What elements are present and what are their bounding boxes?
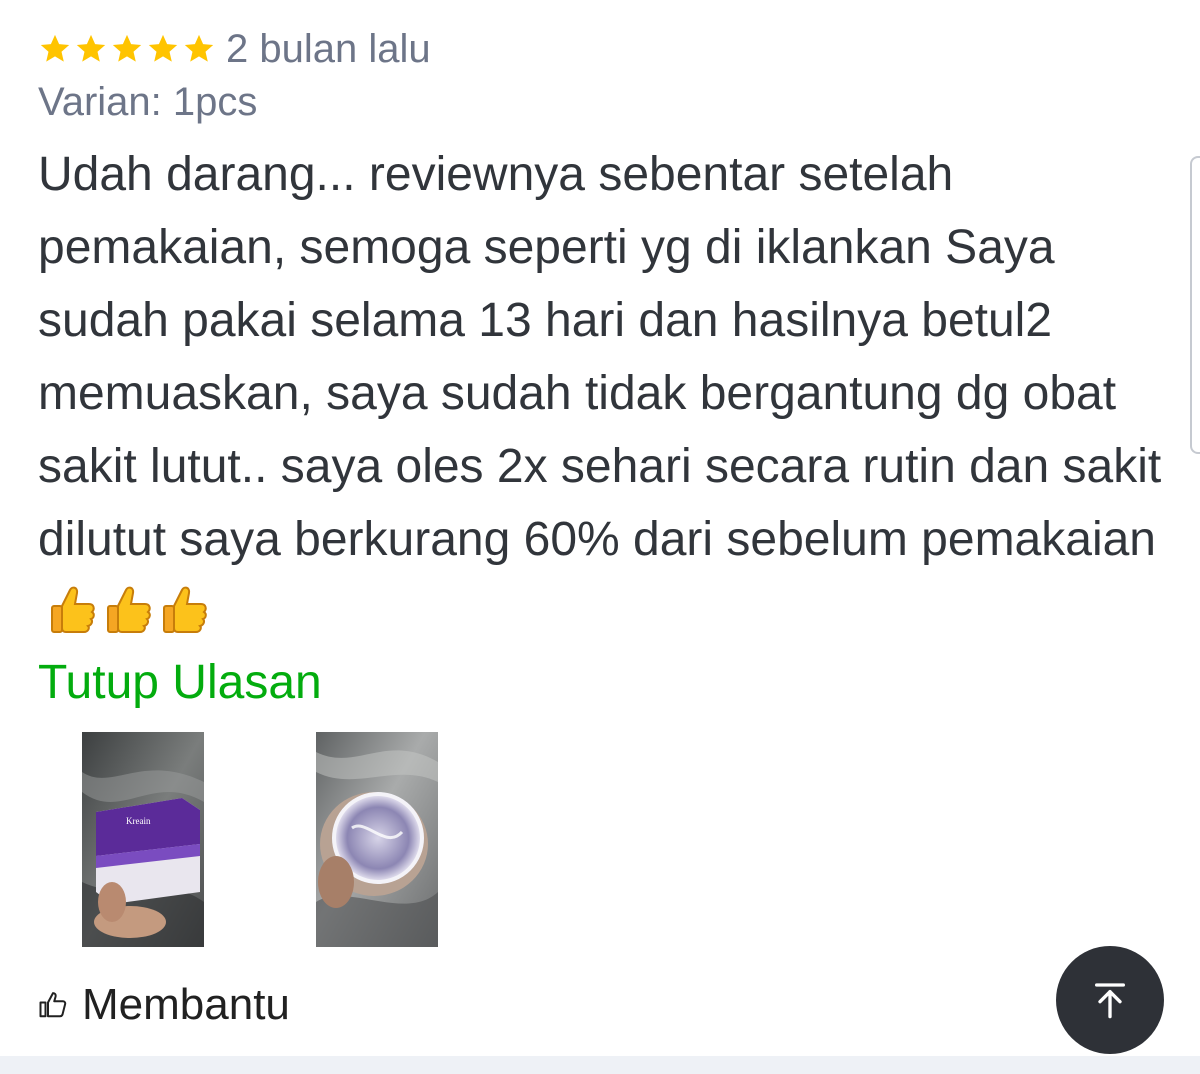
thumbs-up-emoji-icon xyxy=(163,586,207,633)
helpful-label: Membantu xyxy=(82,980,290,1029)
star-icon xyxy=(148,34,178,62)
scroll-to-top-button[interactable] xyxy=(1056,946,1164,1054)
star-icon xyxy=(76,34,106,62)
review-meta: 2 bulan lalu xyxy=(38,24,1168,74)
bottom-divider xyxy=(0,1056,1200,1074)
star-icon xyxy=(184,34,214,62)
box-brand-text: Kreain xyxy=(126,816,151,826)
review-body: Udah darang... reviewnya sebentar setela… xyxy=(38,138,1168,649)
review-variant: Varian: 1pcs xyxy=(38,80,258,124)
review-text: Udah darang... reviewnya sebentar setela… xyxy=(38,148,1162,566)
thumbs-up-outline-icon xyxy=(39,992,67,1018)
thumbs-up-emoji-group xyxy=(48,584,210,636)
star-rating xyxy=(38,32,216,66)
arrow-up-to-top-icon xyxy=(1095,983,1125,1019)
helpful-button[interactable]: Membantu xyxy=(38,980,290,1030)
star-icon xyxy=(112,34,142,62)
star-icon xyxy=(40,34,70,62)
collapse-review-link[interactable]: Tutup Ulasan xyxy=(38,653,1168,713)
review-card: 2 bulan lalu Varian: 1pcs Udah darang...… xyxy=(38,24,1168,713)
review-photo-product-box[interactable]: Kreain xyxy=(82,732,204,947)
scrollbar-edge[interactable] xyxy=(1190,156,1200,454)
thumbs-up-emoji-icon xyxy=(51,586,95,633)
review-photo-product-jar[interactable] xyxy=(316,732,438,947)
review-time: 2 bulan lalu xyxy=(226,26,431,71)
thumbs-up-emoji-icon xyxy=(107,586,151,633)
review-photos: Kreain xyxy=(82,732,438,947)
